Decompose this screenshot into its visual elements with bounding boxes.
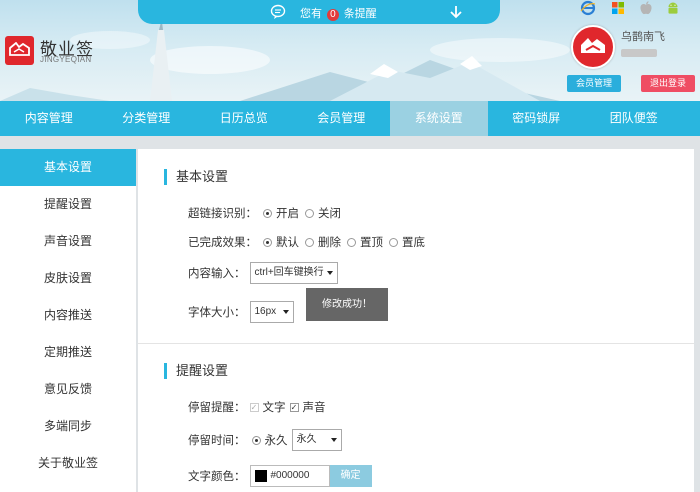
font-size-row: 字体大小： 16px <box>188 301 294 323</box>
logo-icon[interactable] <box>5 36 34 65</box>
sidebar-item-scheduled-push[interactable]: 定期推送 <box>0 334 136 371</box>
content-input-label: 内容输入： <box>188 268 246 280</box>
text-color-row: 文字颜色： #000000 确定 <box>188 465 372 487</box>
hyperlink-off-label[interactable]: 关闭 <box>318 205 341 221</box>
completed-bottom-radio[interactable] <box>389 237 398 247</box>
completed-effect-label: 已完成效果： <box>188 237 257 249</box>
notification-prefix: 您有 <box>300 8 322 20</box>
logout-button[interactable]: 退出登录 <box>641 75 695 92</box>
hyperlink-off-radio[interactable] <box>305 208 314 218</box>
confirm-color-button[interactable]: 确定 <box>329 465 372 487</box>
arrow-down-icon[interactable] <box>449 4 463 20</box>
text-color-label: 文字颜色： <box>188 471 246 483</box>
nav-item-content[interactable]: 内容管理 <box>0 101 98 136</box>
stay-sound-checkbox[interactable]: ✓ <box>289 402 299 412</box>
stay-forever-radio[interactable] <box>251 435 261 445</box>
android-icon[interactable] <box>665 0 681 16</box>
content-input-select[interactable]: ctrl+回车键换行 <box>249 262 338 284</box>
nav-item-calendar[interactable]: 日历总览 <box>195 101 293 136</box>
completed-top-radio[interactable] <box>347 237 356 247</box>
chevron-down-icon <box>326 271 333 275</box>
completed-default-radio[interactable] <box>263 237 272 247</box>
font-size-select[interactable]: 16px <box>249 301 294 323</box>
nav-item-categories[interactable]: 分类管理 <box>98 101 196 136</box>
nav-item-lockscreen[interactable]: 密码锁屏 <box>488 101 586 136</box>
main-nav: 内容管理 分类管理 日历总览 会员管理 系统设置 密码锁屏 团队便签 <box>0 101 700 136</box>
stay-time-select[interactable]: 永久 <box>291 429 342 451</box>
reminder-settings-title: 提醒设置 <box>164 363 228 379</box>
basic-settings-title: 基本设置 <box>164 169 228 185</box>
stay-text-label[interactable]: 文字 <box>263 399 286 415</box>
chevron-down-icon <box>330 438 337 442</box>
sidebar-item-sound[interactable]: 声音设置 <box>0 223 136 260</box>
stay-reminder-label: 停留提醒： <box>188 402 246 414</box>
font-size-value: 16px <box>254 306 277 317</box>
username: 乌鹊南飞 <box>621 31 665 43</box>
font-size-label: 字体大小： <box>188 307 246 319</box>
app-header: 敬业签 JINGYEQIAN 您有 0 条提醒 乌鹊南飞 会员管理 退出登录 <box>0 0 700 101</box>
completed-top-label[interactable]: 置顶 <box>360 234 383 250</box>
hyperlink-label: 超链接识别： <box>188 208 257 220</box>
content-input-value: ctrl+回车键换行 <box>254 267 324 278</box>
stay-reminder-row: 停留提醒： ✓ 文字 ✓ 声音 <box>188 399 326 415</box>
ie-icon[interactable] <box>580 0 596 16</box>
member-management-button[interactable]: 会员管理 <box>567 75 621 92</box>
hyperlink-on-label[interactable]: 开启 <box>276 205 299 221</box>
sidebar-item-skin[interactable]: 皮肤设置 <box>0 260 136 297</box>
settings-sidebar: 基本设置 提醒设置 声音设置 皮肤设置 内容推送 定期推送 意见反馈 多端同步 … <box>0 149 136 492</box>
sidebar-item-sync[interactable]: 多端同步 <box>0 408 136 445</box>
text-color-input[interactable]: #000000 <box>249 465 330 487</box>
sidebar-item-feedback[interactable]: 意见反馈 <box>0 371 136 408</box>
user-id-redacted <box>621 49 657 57</box>
sidebar-item-about[interactable]: 关于敬业签 <box>0 445 136 482</box>
notification-text: 您有 0 条提醒 <box>300 5 377 21</box>
completed-bottom-label[interactable]: 置底 <box>402 234 425 250</box>
nav-item-settings[interactable]: 系统设置 <box>390 101 488 136</box>
completed-delete-label[interactable]: 删除 <box>318 234 341 250</box>
chat-bubble-icon <box>270 4 286 19</box>
hyperlink-on-radio[interactable] <box>263 208 272 218</box>
completed-effect-row: 已完成效果： 默认 删除 置顶 置底 <box>188 234 425 250</box>
color-swatch[interactable] <box>254 470 267 482</box>
completed-delete-radio[interactable] <box>305 237 314 247</box>
notification-suffix: 条提醒 <box>343 8 377 20</box>
avatar[interactable] <box>571 25 615 69</box>
stay-text-checkbox[interactable]: ✓ <box>249 402 259 412</box>
success-toast: 修改成功！ <box>306 288 388 321</box>
notification-bar[interactable]: 您有 0 条提醒 <box>138 0 500 24</box>
content-input-row: 内容输入： ctrl+回车键换行 <box>188 262 338 284</box>
stay-time-value: 永久 <box>296 434 317 445</box>
stay-time-row: 停留时间： 永久 永久 <box>188 429 342 451</box>
nav-item-members[interactable]: 会员管理 <box>293 101 391 136</box>
stay-sound-label[interactable]: 声音 <box>303 399 326 415</box>
chevron-down-icon <box>282 310 289 314</box>
completed-default-label[interactable]: 默认 <box>276 234 299 250</box>
sidebar-item-basic[interactable]: 基本设置 <box>0 149 136 186</box>
logo-subtitle: JINGYEQIAN <box>40 55 92 64</box>
nav-item-team-notes[interactable]: 团队便签 <box>585 101 683 136</box>
hyperlink-setting-row: 超链接识别： 开启 关闭 <box>188 205 341 221</box>
windows-icon[interactable] <box>610 0 626 16</box>
sidebar-item-reminder[interactable]: 提醒设置 <box>0 186 136 223</box>
stay-forever-label[interactable]: 永久 <box>265 432 288 448</box>
notification-count-badge: 0 <box>327 9 339 21</box>
apple-icon[interactable] <box>638 0 654 16</box>
settings-panel: 基本设置 超链接识别： 开启 关闭 已完成效果： 默认 删除 置顶 置底 内容输… <box>138 149 694 492</box>
sidebar-item-content-push[interactable]: 内容推送 <box>0 297 136 334</box>
text-color-value: #000000 <box>270 470 310 481</box>
section-divider <box>138 343 694 344</box>
stay-time-label: 停留时间： <box>188 435 246 447</box>
